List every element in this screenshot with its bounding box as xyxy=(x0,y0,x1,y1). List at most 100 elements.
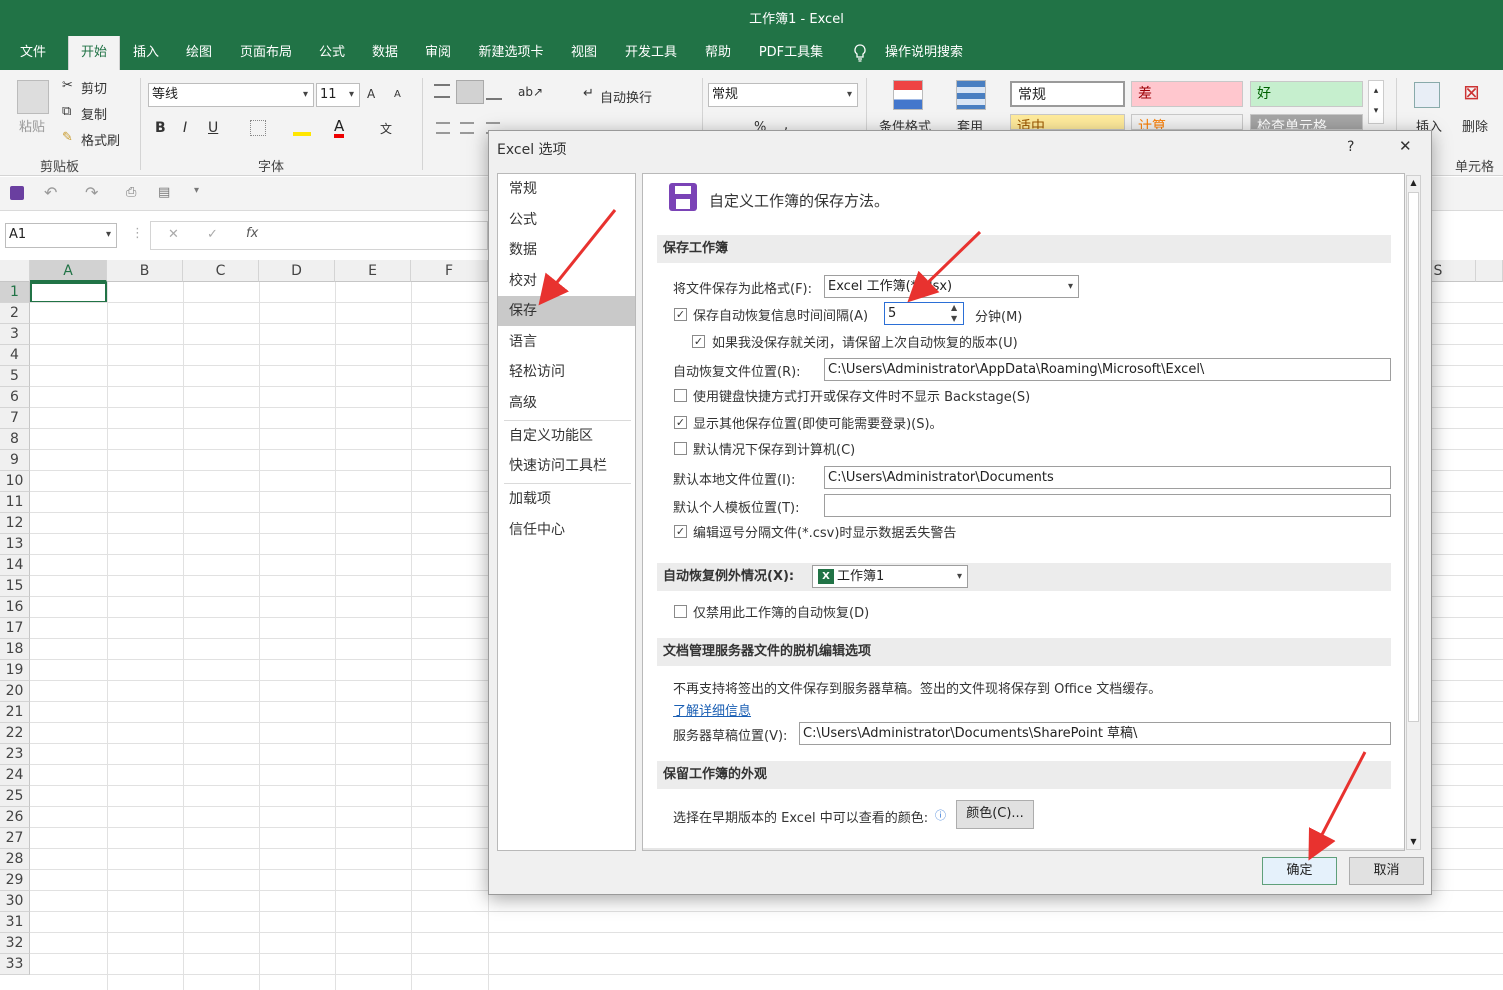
style-check-cell[interactable]: 检查单元格 xyxy=(1250,114,1363,130)
tab-help[interactable]: 帮助 xyxy=(696,36,740,70)
show-other-locations-checkbox[interactable]: ✓ xyxy=(674,416,687,429)
copy-button[interactable]: 复制 xyxy=(81,104,107,123)
delete-cells-icon[interactable]: ⊠ xyxy=(1463,80,1480,104)
number-format-select[interactable]: 常规 xyxy=(708,83,858,107)
wrap-text-button[interactable]: 自动换行 xyxy=(600,87,652,106)
nav-item-quick-access-toolbar[interactable]: 快速访问工具栏 xyxy=(498,451,635,481)
tab-file[interactable]: 文件 xyxy=(8,36,58,70)
tell-me-search[interactable]: 操作说明搜索 xyxy=(878,36,970,70)
cancel-icon[interactable]: ✕ xyxy=(168,227,179,242)
nav-item-proofing[interactable]: 校对 xyxy=(498,266,635,296)
shrink-font-icon[interactable]: A xyxy=(394,89,401,100)
nav-item-trust-center[interactable]: 信任中心 xyxy=(498,515,635,545)
close-icon[interactable]: ✕ xyxy=(1399,137,1412,155)
row-header[interactable]: 15 xyxy=(0,576,30,597)
align-left-icon[interactable] xyxy=(436,122,450,134)
align-middle-icon[interactable] xyxy=(456,80,484,104)
delete-cells-button[interactable]: 删除 xyxy=(1462,116,1488,135)
tab-home[interactable]: 开始 xyxy=(68,36,120,70)
row-header[interactable]: 12 xyxy=(0,513,30,534)
align-top-icon[interactable] xyxy=(434,84,450,98)
row-header[interactable]: 18 xyxy=(0,639,30,660)
insert-function-icon[interactable]: fx xyxy=(246,226,258,241)
insert-cells-icon[interactable] xyxy=(1414,82,1440,108)
row-header[interactable]: 21 xyxy=(0,702,30,723)
tab-draw[interactable]: 绘图 xyxy=(177,36,221,70)
save-to-computer-checkbox[interactable] xyxy=(674,442,687,455)
colors-button[interactable]: 颜色(C)... xyxy=(956,800,1034,829)
row-header[interactable]: 4 xyxy=(0,345,30,366)
row-header[interactable]: 17 xyxy=(0,618,30,639)
column-header[interactable]: D xyxy=(259,260,335,282)
row-header[interactable]: 8 xyxy=(0,429,30,450)
row-header[interactable]: 7 xyxy=(0,408,30,429)
no-backstage-checkbox[interactable] xyxy=(674,389,687,402)
column-header[interactable]: A xyxy=(30,260,107,282)
tab-pdf-tools[interactable]: PDF工具集 xyxy=(752,36,830,70)
column-header[interactable]: C xyxy=(183,260,259,282)
format-painter-button[interactable]: 格式刷 xyxy=(81,130,120,149)
server-drafts-input[interactable]: C:\Users\Administrator\Documents\SharePo… xyxy=(799,722,1391,745)
row-header[interactable]: 24 xyxy=(0,765,30,786)
styles-scroll-icon[interactable]: ▴ ▾ xyxy=(1368,80,1384,124)
style-neutral[interactable]: 适中 xyxy=(1010,114,1125,130)
help-button[interactable]: ? xyxy=(1347,139,1354,155)
content-scrollbar[interactable]: ▲ ▼ xyxy=(1406,175,1421,850)
exception-workbook-select[interactable]: 工作簿1 xyxy=(812,565,968,588)
paste-button[interactable]: 粘贴 xyxy=(19,116,45,135)
style-good[interactable]: 好 xyxy=(1250,81,1363,107)
style-calculation[interactable]: 计算 xyxy=(1131,114,1243,130)
font-size-select[interactable]: 11 xyxy=(316,83,360,107)
scroll-thumb[interactable] xyxy=(1408,192,1419,722)
row-header[interactable]: 30 xyxy=(0,891,30,912)
row-header[interactable]: 1 xyxy=(0,282,30,303)
nav-item-general[interactable]: 常规 xyxy=(498,174,635,204)
nav-item-advanced[interactable]: 高级 xyxy=(498,388,635,418)
row-header[interactable]: 29 xyxy=(0,870,30,891)
row-header[interactable]: 23 xyxy=(0,744,30,765)
row-header[interactable]: 25 xyxy=(0,786,30,807)
name-box[interactable]: A1 xyxy=(5,223,117,248)
scroll-up-icon[interactable]: ▲ xyxy=(1408,176,1419,190)
table-format-icon[interactable] xyxy=(956,80,986,110)
paste-icon[interactable] xyxy=(17,80,49,114)
row-header[interactable]: 27 xyxy=(0,828,30,849)
nav-item-customize-ribbon[interactable]: 自定义功能区 xyxy=(498,421,635,451)
style-bad[interactable]: 差 xyxy=(1131,81,1243,107)
row-header[interactable]: 16 xyxy=(0,597,30,618)
align-center-icon[interactable] xyxy=(460,122,474,134)
redo-icon[interactable]: ↷ xyxy=(85,183,98,202)
print-preview-icon[interactable]: ⎙ xyxy=(126,185,136,200)
tab-insert[interactable]: 插入 xyxy=(124,36,168,70)
nav-item-add-ins[interactable]: 加载项 xyxy=(498,484,635,514)
row-header[interactable]: 3 xyxy=(0,324,30,345)
ok-button[interactable]: 确定 xyxy=(1262,857,1337,885)
tab-formulas[interactable]: 公式 xyxy=(310,36,354,70)
template-location-input[interactable] xyxy=(824,494,1391,517)
font-color-button[interactable]: A xyxy=(334,118,345,138)
keep-last-version-checkbox[interactable]: ✓ xyxy=(692,335,705,348)
nav-item-formulas[interactable]: 公式 xyxy=(498,205,635,235)
disable-autorecover-checkbox[interactable] xyxy=(674,605,687,618)
row-header[interactable]: 32 xyxy=(0,933,30,954)
scroll-down-icon[interactable]: ▼ xyxy=(1408,835,1419,849)
tab-review[interactable]: 审阅 xyxy=(416,36,460,70)
nav-item-language[interactable]: 语言 xyxy=(498,327,635,357)
spinner-arrows-icon[interactable]: ▲ ▼ xyxy=(951,302,957,324)
cut-button[interactable]: 剪切 xyxy=(81,78,107,97)
cancel-button[interactable]: 取消 xyxy=(1349,857,1424,885)
column-header[interactable]: B xyxy=(107,260,183,282)
row-header[interactable]: 14 xyxy=(0,555,30,576)
align-bottom-icon[interactable] xyxy=(486,88,502,100)
grow-font-icon[interactable]: A xyxy=(367,87,375,101)
conditional-format-icon[interactable] xyxy=(893,80,923,110)
form-icon[interactable]: ▤ xyxy=(158,185,170,200)
row-header[interactable]: 10 xyxy=(0,471,30,492)
tab-developer[interactable]: 开发工具 xyxy=(616,36,686,70)
row-header[interactable]: 28 xyxy=(0,849,30,870)
bold-button[interactable]: B xyxy=(155,120,166,136)
tab-view[interactable]: 视图 xyxy=(562,36,606,70)
row-header[interactable]: 6 xyxy=(0,387,30,408)
select-all-corner[interactable] xyxy=(0,260,30,282)
row-header[interactable]: 19 xyxy=(0,660,30,681)
